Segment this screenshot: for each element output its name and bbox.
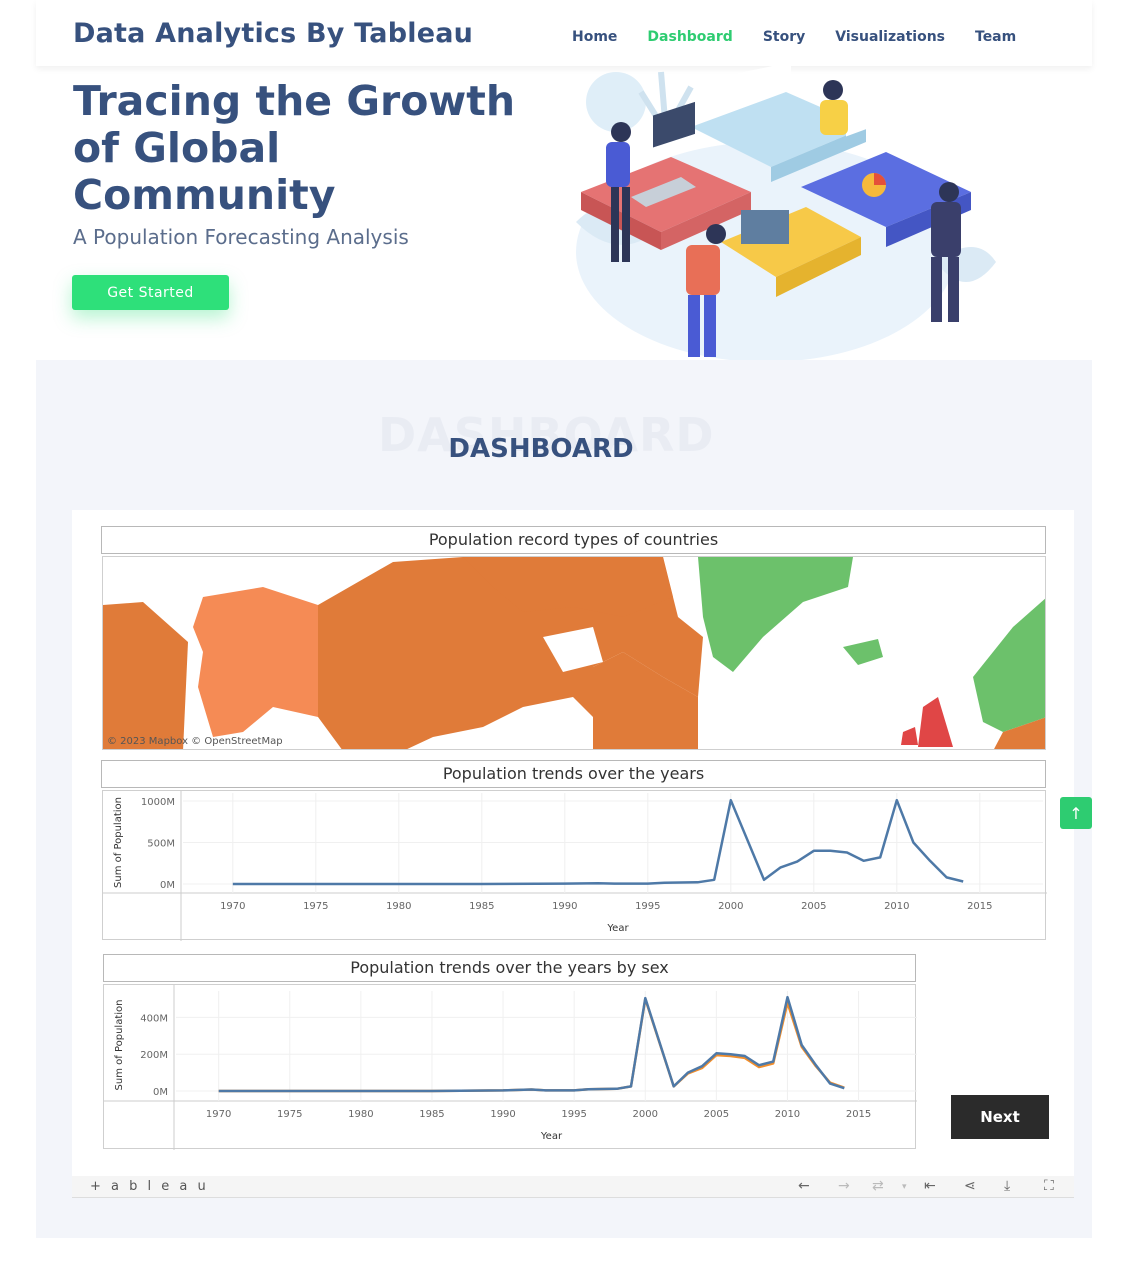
hero-illustration	[576, 62, 996, 360]
brand-logo-text[interactable]: Data Analytics By Tableau	[73, 18, 473, 49]
x-tick-label: 1990	[490, 1109, 515, 1120]
get-started-button[interactable]: Get Started	[72, 275, 229, 310]
x-tick-label: 1980	[386, 901, 411, 912]
nav-story[interactable]: Story	[763, 29, 805, 45]
series-line-1[interactable]	[218, 995, 845, 1093]
undo-icon[interactable]: ←	[798, 1178, 810, 1194]
y-tick-label: 500M	[147, 839, 175, 850]
map-attribution: © 2023 Mapbox © OpenStreetMap	[107, 736, 283, 747]
x-tick-label: 1995	[561, 1109, 586, 1120]
x-axis-title: Year	[540, 1131, 563, 1142]
x-tick-label: 2005	[801, 901, 826, 912]
nav-team[interactable]: Team	[975, 29, 1016, 45]
y-axis-title: Sum of Population	[113, 797, 124, 888]
x-tick-label: 1970	[220, 901, 245, 912]
download-icon[interactable]: ⤓	[1004, 1178, 1010, 1194]
y-tick-label: 0M	[160, 880, 175, 891]
map-shapes	[103, 557, 1045, 749]
x-tick-label: 2015	[846, 1109, 871, 1120]
x-tick-label: 1980	[348, 1109, 373, 1120]
trend-chart[interactable]: 1970 1975 1980 1985 1990 1995 2000 2005 2010 2015…	[102, 790, 1047, 941]
sex-chart[interactable]: 1970 1975 1980 1985 1990 1995 2000 2005 2010 2015…	[103, 984, 917, 1150]
main-nav: Home Dashboard Story Visualizations Team	[572, 29, 1046, 45]
nav-visualizations[interactable]: Visualizations	[835, 29, 945, 45]
x-tick-label: 2005	[704, 1109, 729, 1120]
y-tick-label: 0M	[153, 1087, 168, 1098]
tableau-logo[interactable]: + a b l e a u	[90, 1179, 209, 1194]
trend-chart-title: Population trends over the years	[101, 760, 1046, 788]
series-line-2[interactable]	[218, 997, 845, 1093]
nav-home[interactable]: Home	[572, 29, 617, 45]
revert-icon[interactable]: ⇄	[872, 1178, 884, 1194]
redo-icon[interactable]: →	[838, 1178, 850, 1194]
x-tick-label: 1995	[635, 901, 660, 912]
sex-chart-title: Population trends over the years by sex	[103, 954, 916, 982]
dropdown-arrow-icon[interactable]: ▾	[902, 1182, 907, 1192]
y-tick-label: 1000M	[141, 797, 175, 808]
section-title: DASHBOARD	[448, 434, 634, 464]
x-tick-label: 1990	[552, 901, 577, 912]
map-title: Population record types of countries	[101, 526, 1046, 554]
y-tick-label: 400M	[140, 1013, 168, 1024]
x-tick-label: 2010	[775, 1109, 800, 1120]
arrow-up-icon: ↑	[1069, 803, 1083, 823]
y-axis-title: Sum of Population	[114, 1000, 125, 1091]
x-tick-label: 1985	[469, 901, 494, 912]
x-tick-label: 1975	[277, 1109, 302, 1120]
tableau-toolbar: + a b l e a u ← → ⇄ ▾ ⇤ ⋖ ⤓ ⛶	[72, 1176, 1074, 1198]
x-axis-title: Year	[606, 923, 629, 934]
hero-subtitle: A Population Forecasting Analysis	[73, 225, 409, 249]
x-tick-label: 2000	[633, 1109, 658, 1120]
choropleth-map[interactable]: © 2023 Mapbox © OpenStreetMap	[102, 556, 1046, 750]
next-button[interactable]: Next	[951, 1095, 1049, 1139]
trend-chart-svg: 1970 1975 1980 1985 1990 1995 2000 2005 2010 2015…	[103, 791, 1047, 941]
page: Data Analytics By Tableau Home Dashboard…	[0, 0, 1126, 1266]
top-navbar: Data Analytics By Tableau Home Dashboard…	[36, 0, 1092, 66]
nav-dashboard[interactable]: Dashboard	[647, 29, 732, 45]
y-tick-label: 200M	[140, 1050, 168, 1061]
share-icon[interactable]: ⋖	[964, 1178, 976, 1194]
x-tick-label: 2015	[967, 901, 992, 912]
x-tick-label: 2010	[884, 901, 909, 912]
hero-title: Tracing the Growth of Global Community	[73, 77, 516, 219]
x-tick-label: 1970	[206, 1109, 231, 1120]
sex-chart-svg: 1970 1975 1980 1985 1990 1995 2000 2005 2010 2015…	[104, 985, 917, 1150]
fullscreen-icon[interactable]: ⛶	[1044, 1178, 1054, 1194]
revert-all-icon[interactable]: ⇤	[924, 1178, 936, 1194]
back-to-top-button[interactable]: ↑	[1060, 797, 1092, 829]
x-tick-label: 2000	[718, 901, 743, 912]
x-tick-label: 1985	[419, 1109, 444, 1120]
x-tick-label: 1975	[303, 901, 328, 912]
